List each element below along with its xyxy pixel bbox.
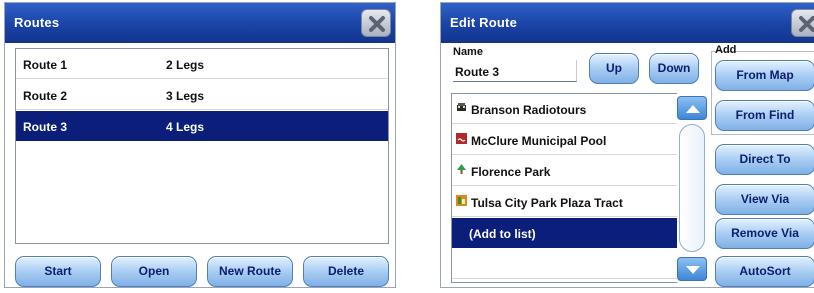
via-row[interactable]: Branson Radiotours <box>452 94 678 124</box>
edit-route-window: Edit Route Name Route 3 Up Down Add From… <box>440 2 814 288</box>
arrow-down-icon <box>686 266 700 274</box>
route-legs: 3 Legs <box>166 89 205 103</box>
direct-to-button[interactable]: Direct To <box>715 144 814 175</box>
add-label: Add <box>715 44 737 56</box>
via-row[interactable]: Florence Park <box>452 156 678 186</box>
route-legs: 2 Legs <box>166 58 205 72</box>
close-icon <box>799 16 814 32</box>
routes-close-button[interactable] <box>361 9 391 37</box>
edit-route-title: Edit Route <box>450 15 517 30</box>
add-to-list-row[interactable]: (Add to list) <box>452 218 678 248</box>
route-name: Route 2 <box>23 89 68 103</box>
via-name: McClure Municipal Pool <box>471 134 607 148</box>
tree-icon <box>457 164 466 174</box>
remove-via-button[interactable]: Remove Via <box>715 218 814 249</box>
route-row[interactable]: Route 1 2 Legs <box>16 49 388 79</box>
delete-button[interactable]: Delete <box>303 256 389 287</box>
scroll-down-button[interactable] <box>677 257 707 281</box>
scroll-up-button[interactable] <box>677 96 707 120</box>
add-to-list-label: (Add to list) <box>469 227 536 241</box>
open-button[interactable]: Open <box>111 256 197 287</box>
routes-titlebar: Routes <box>5 3 395 43</box>
routes-list: Route 1 2 Legs Route 2 3 Legs Route 3 4 … <box>15 48 389 244</box>
name-label: Name <box>453 46 483 58</box>
start-button[interactable]: Start <box>15 256 101 287</box>
route-name: Route 3 <box>23 120 68 134</box>
routes-window: Routes Route 1 2 Legs Route 2 3 Legs Rou… <box>4 2 396 288</box>
new-route-button[interactable]: New Route <box>207 256 293 287</box>
via-name: Branson Radiotours <box>471 103 587 117</box>
down-button[interactable]: Down <box>649 53 699 84</box>
from-map-button[interactable]: From Map <box>715 60 814 91</box>
edit-route-close-button[interactable] <box>791 9 814 37</box>
via-row[interactable]: Tulsa City Park Plaza Tract <box>452 187 678 217</box>
via-list-scrollbar[interactable] <box>677 93 707 283</box>
view-via-button[interactable]: View Via <box>715 184 814 215</box>
route-name-field[interactable]: Route 3 <box>453 60 577 82</box>
close-icon <box>369 16 385 32</box>
via-row[interactable]: McClure Municipal Pool <box>452 125 678 155</box>
via-row-empty <box>452 249 678 279</box>
route-row-selected[interactable]: Route 3 4 Legs <box>16 111 388 141</box>
edit-route-titlebar: Edit Route <box>441 3 814 43</box>
up-button[interactable]: Up <box>589 53 639 84</box>
route-row[interactable]: Route 2 3 Legs <box>16 80 388 110</box>
autosort-button[interactable]: AutoSort <box>715 256 814 287</box>
route-name: Route 1 <box>23 58 68 72</box>
routes-title: Routes <box>14 15 60 30</box>
pool-icon <box>456 133 467 144</box>
route-legs: 4 Legs <box>166 120 205 134</box>
via-list: Branson Radiotours McClure Municipal Poo… <box>451 93 679 283</box>
car-icon <box>457 103 466 111</box>
shop-icon <box>456 195 467 206</box>
via-name: Tulsa City Park Plaza Tract <box>471 196 623 210</box>
from-find-button[interactable]: From Find <box>715 100 814 131</box>
via-name: Florence Park <box>471 165 551 179</box>
arrow-up-icon <box>686 105 700 113</box>
scrollbar-thumb[interactable] <box>679 124 705 252</box>
